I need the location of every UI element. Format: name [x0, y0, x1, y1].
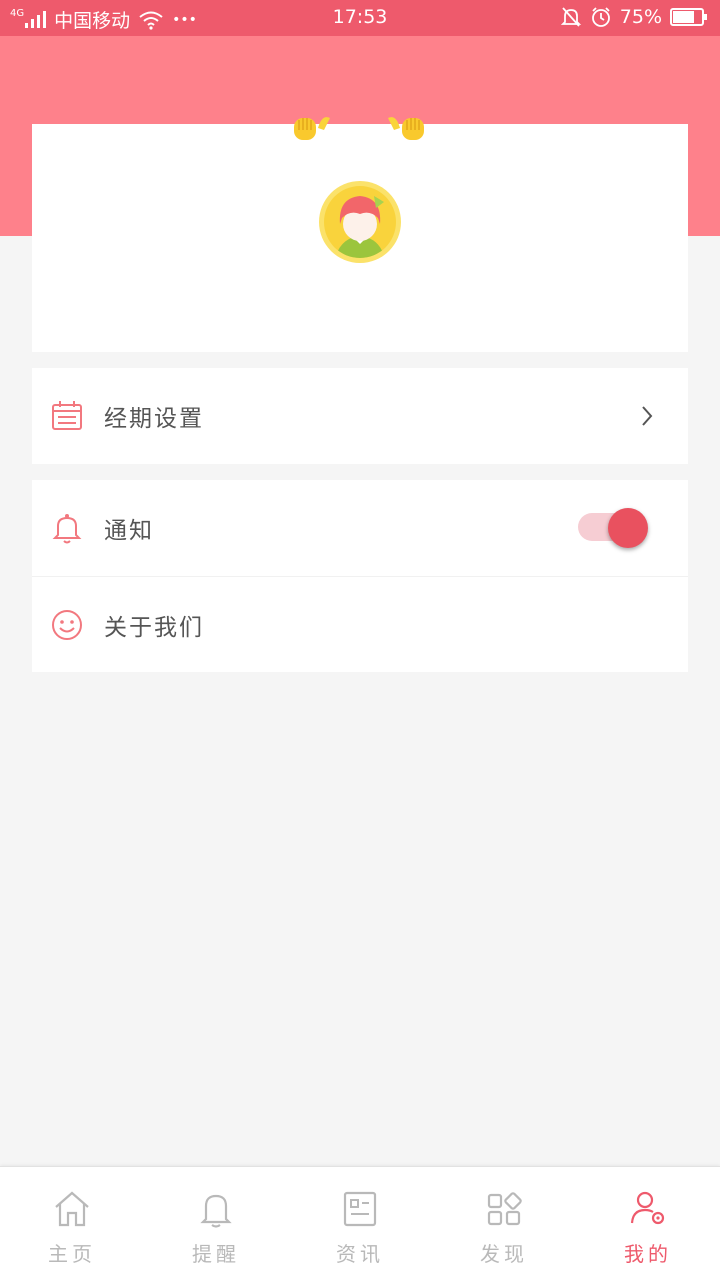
tab-news[interactable]: 资讯	[288, 1167, 432, 1280]
clock: 17:53	[332, 6, 388, 28]
bell-icon	[52, 514, 82, 544]
notification-label: 通知	[104, 518, 154, 544]
tab-reminders-label: 提醒	[192, 1242, 240, 1266]
home-icon	[55, 1191, 89, 1227]
tab-news-label: 资讯	[336, 1242, 384, 1266]
period-settings-group: 经期设置	[32, 368, 688, 464]
notification-row: 通知	[32, 480, 688, 576]
avatar[interactable]	[318, 180, 402, 264]
toggle-knob	[608, 508, 648, 548]
battery-percent: 75%	[619, 6, 662, 28]
bell-icon	[200, 1194, 232, 1228]
notification-toggle[interactable]	[578, 507, 650, 549]
tab-home-label: 主页	[48, 1242, 96, 1266]
tab-home[interactable]: 主页	[0, 1167, 144, 1280]
tab-reminders[interactable]: 提醒	[144, 1167, 288, 1280]
alarm-icon	[591, 7, 610, 27]
tab-mine-label: 我的	[624, 1242, 672, 1266]
profile-card	[32, 117, 688, 352]
tab-discover-label: 发现	[480, 1242, 528, 1266]
bottom-tab-bar: 主页 提醒 资讯 发现 我的	[0, 1166, 720, 1280]
tab-mine[interactable]: 我的	[576, 1167, 720, 1280]
settings-group: 通知 关于我们	[32, 480, 688, 672]
smiley-icon	[52, 609, 82, 640]
status-bar: 4G 中国移动 ••• 17:53 75%	[0, 0, 720, 36]
peek-hand-right-icon	[388, 117, 424, 140]
chevron-right-icon	[642, 406, 653, 426]
about-us-label: 关于我们	[104, 614, 204, 641]
battery-icon	[670, 8, 707, 26]
about-us-row[interactable]: 关于我们	[32, 576, 688, 672]
mute-bell-icon	[560, 7, 581, 27]
user-settings-icon	[630, 1191, 665, 1225]
news-icon	[343, 1191, 377, 1227]
tab-discover[interactable]: 发现	[432, 1167, 576, 1280]
calendar-icon	[52, 401, 82, 430]
peek-hand-left-icon	[294, 117, 330, 140]
period-settings-label: 经期设置	[104, 406, 204, 432]
grid-icon	[487, 1192, 522, 1226]
period-settings-row[interactable]: 经期设置	[32, 368, 688, 464]
